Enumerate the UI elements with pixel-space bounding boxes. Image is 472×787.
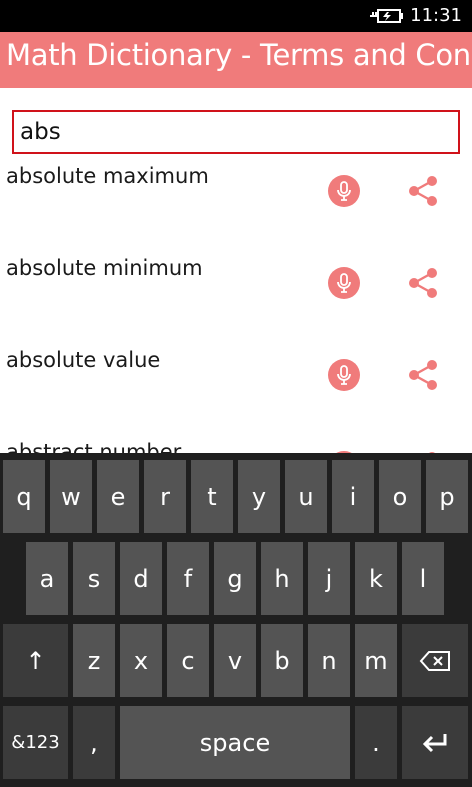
comma-key[interactable]: , (73, 706, 115, 779)
speak-button[interactable] (328, 267, 360, 299)
on-screen-keyboard: q w e r t y u i o p a s d f g h j k l ↑ … (0, 453, 472, 787)
key-l[interactable]: l (402, 542, 444, 615)
key-n[interactable]: n (308, 624, 350, 697)
list-item[interactable]: absolute value (0, 342, 472, 434)
backspace-icon (419, 650, 450, 671)
key-d[interactable]: d (120, 542, 162, 615)
key-f[interactable]: f (167, 542, 209, 615)
key-y[interactable]: y (238, 460, 280, 533)
search-input[interactable] (12, 110, 460, 154)
status-bar: 11:31 (0, 0, 472, 32)
microphone-icon (337, 181, 351, 201)
period-key[interactable]: . (355, 706, 397, 779)
microphone-icon (337, 365, 351, 385)
list-item[interactable]: abstract number (0, 434, 472, 453)
speak-button[interactable] (328, 359, 360, 391)
backspace-key[interactable] (402, 624, 468, 697)
key-a[interactable]: a (26, 542, 68, 615)
term-label: abstract number (6, 440, 182, 453)
clock: 11:31 (410, 5, 462, 26)
share-icon[interactable] (406, 174, 440, 208)
app-title: Math Dictionary - Terms and Concepts (6, 38, 472, 72)
list-item[interactable]: absolute maximum (0, 158, 472, 250)
enter-icon (422, 733, 447, 752)
title-bar: Math Dictionary - Terms and Concepts (0, 32, 472, 88)
key-s[interactable]: s (73, 542, 115, 615)
key-m[interactable]: m (355, 624, 397, 697)
key-k[interactable]: k (355, 542, 397, 615)
microphone-icon (337, 273, 351, 293)
key-r[interactable]: r (144, 460, 186, 533)
key-q[interactable]: q (3, 460, 45, 533)
shift-key[interactable]: ↑ (3, 624, 68, 697)
key-j[interactable]: j (308, 542, 350, 615)
space-key[interactable]: space (120, 706, 350, 779)
key-h[interactable]: h (261, 542, 303, 615)
term-label: absolute minimum (6, 256, 203, 280)
speak-button[interactable] (328, 175, 360, 207)
key-o[interactable]: o (379, 460, 421, 533)
key-b[interactable]: b (261, 624, 303, 697)
enter-key[interactable] (402, 706, 468, 779)
key-g[interactable]: g (214, 542, 256, 615)
key-p[interactable]: p (426, 460, 468, 533)
charging-battery-icon (370, 9, 403, 23)
share-icon[interactable] (406, 266, 440, 300)
term-label: absolute value (6, 348, 161, 372)
results-list[interactable]: absolute maximum absolute minimum absolu… (0, 158, 472, 453)
key-e[interactable]: e (97, 460, 139, 533)
key-z[interactable]: z (73, 624, 115, 697)
key-u[interactable]: u (285, 460, 327, 533)
key-w[interactable]: w (50, 460, 92, 533)
key-t[interactable]: t (191, 460, 233, 533)
key-i[interactable]: i (332, 460, 374, 533)
list-item[interactable]: absolute minimum (0, 250, 472, 342)
key-v[interactable]: v (214, 624, 256, 697)
share-icon[interactable] (406, 358, 440, 392)
symbols-key[interactable]: &123 (3, 706, 68, 779)
term-label: absolute maximum (6, 164, 209, 188)
key-x[interactable]: x (120, 624, 162, 697)
key-c[interactable]: c (167, 624, 209, 697)
